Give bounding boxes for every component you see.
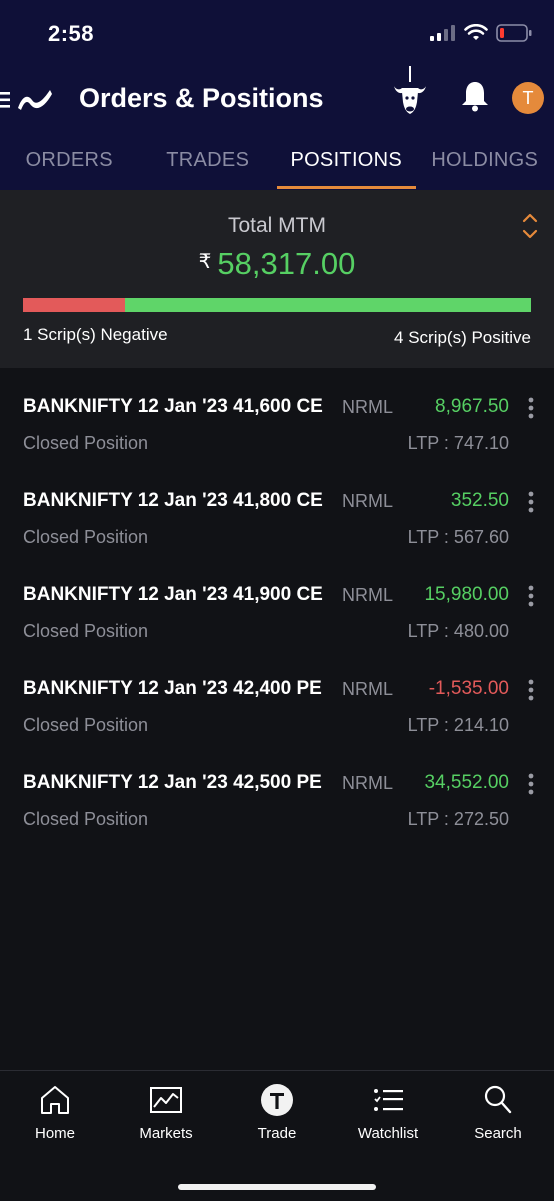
position-product: NRML [342,679,393,700]
position-ltp: LTP : 480.00 [408,621,509,642]
position-ltp: LTP : 747.10 [408,433,509,454]
page-title: Orders & Positions [79,83,324,114]
home-indicator [178,1184,376,1190]
nav-trade-label: Trade [222,1125,332,1142]
position-pnl: 34,552.00 [424,772,509,794]
app-header: Orders & Positions T ORDERS TRADES POSIT… [0,66,554,190]
bottom-nav: Home Markets Trade Watchlist Search [0,1070,554,1201]
position-pnl: 15,980.00 [424,584,509,606]
status-time: 2:58 [48,21,94,47]
tab-trades[interactable]: TRADES [139,144,278,190]
more-options-icon[interactable] [526,491,536,513]
more-options-icon[interactable] [526,397,536,419]
search-icon [481,1083,515,1117]
notification-bell-icon[interactable] [460,80,490,112]
markets-chart-icon [149,1083,183,1117]
sort-toggle-icon[interactable] [522,212,538,240]
position-status: Closed Position [23,621,148,642]
total-mtm-label: Total MTM [0,214,554,238]
position-product: NRML [342,397,393,418]
negative-scrip-bar [23,298,125,312]
wifi-icon [464,24,488,42]
position-pnl: -1,535.00 [429,678,509,700]
tab-holdings[interactable]: HOLDINGS [416,144,554,190]
trade-icon [260,1083,294,1117]
nav-watchlist-label: Watchlist [333,1125,443,1142]
position-product: NRML [342,773,393,794]
home-icon [38,1083,72,1117]
position-name: BANKNIFTY 12 Jan '23 42,500 PE [23,772,322,794]
position-status: Closed Position [23,433,148,454]
more-options-icon[interactable] [526,773,536,795]
scrip-ratio-bar [23,298,531,312]
position-row[interactable]: BANKNIFTY 12 Jan '23 41,600 CE NRML 8,96… [0,368,554,462]
bull-icon[interactable] [390,66,430,118]
position-name: BANKNIFTY 12 Jan '23 41,600 CE [23,396,323,418]
nav-search-label: Search [443,1125,553,1142]
position-status: Closed Position [23,527,148,548]
position-name: BANKNIFTY 12 Jan '23 41,900 CE [23,584,323,606]
position-name: BANKNIFTY 12 Jan '23 41,800 CE [23,490,323,512]
position-status: Closed Position [23,715,148,736]
total-mtm-panel: Total MTM ₹58,317.00 1 Scrip(s) Negative… [0,190,554,368]
nav-search[interactable]: Search [443,1083,553,1142]
avatar[interactable]: T [512,82,544,114]
menu-logo-icon[interactable] [0,86,56,114]
position-ltp: LTP : 214.10 [408,715,509,736]
position-name: BANKNIFTY 12 Jan '23 42,400 PE [23,678,322,700]
nav-markets-label: Markets [111,1125,221,1142]
positive-scrip-count: 4 Scrip(s) Positive [394,328,531,348]
signal-icon [430,25,456,41]
position-row[interactable]: BANKNIFTY 12 Jan '23 41,900 CE NRML 15,9… [0,556,554,650]
position-status: Closed Position [23,809,148,830]
nav-trade[interactable]: Trade [222,1083,332,1142]
tab-bar: ORDERS TRADES POSITIONS HOLDINGS [0,144,554,190]
currency-symbol: ₹ [199,251,212,273]
position-row[interactable]: BANKNIFTY 12 Jan '23 42,500 PE NRML 34,5… [0,744,554,838]
more-options-icon[interactable] [526,679,536,701]
position-pnl: 8,967.50 [435,396,509,418]
status-bar: 2:58 [0,0,554,66]
total-mtm-value-row: ₹58,317.00 [0,246,554,282]
battery-low-icon [496,24,532,42]
position-product: NRML [342,491,393,512]
nav-watchlist[interactable]: Watchlist [333,1083,443,1142]
positive-scrip-bar [125,298,531,312]
watchlist-icon [371,1083,405,1117]
nav-markets[interactable]: Markets [111,1083,221,1142]
position-pnl: 352.50 [451,490,509,512]
more-options-icon[interactable] [526,585,536,607]
nav-home[interactable]: Home [0,1083,110,1142]
position-row[interactable]: BANKNIFTY 12 Jan '23 41,800 CE NRML 352.… [0,462,554,556]
position-ltp: LTP : 272.50 [408,809,509,830]
total-mtm-value: 58,317.00 [217,246,355,281]
position-product: NRML [342,585,393,606]
positions-list: BANKNIFTY 12 Jan '23 41,600 CE NRML 8,96… [0,368,554,838]
tab-orders[interactable]: ORDERS [0,144,139,190]
negative-scrip-count: 1 Scrip(s) Negative [23,325,168,345]
position-row[interactable]: BANKNIFTY 12 Jan '23 42,400 PE NRML -1,5… [0,650,554,744]
tab-positions[interactable]: POSITIONS [277,144,416,190]
position-ltp: LTP : 567.60 [408,527,509,548]
nav-home-label: Home [0,1125,110,1142]
status-icons [430,24,532,42]
